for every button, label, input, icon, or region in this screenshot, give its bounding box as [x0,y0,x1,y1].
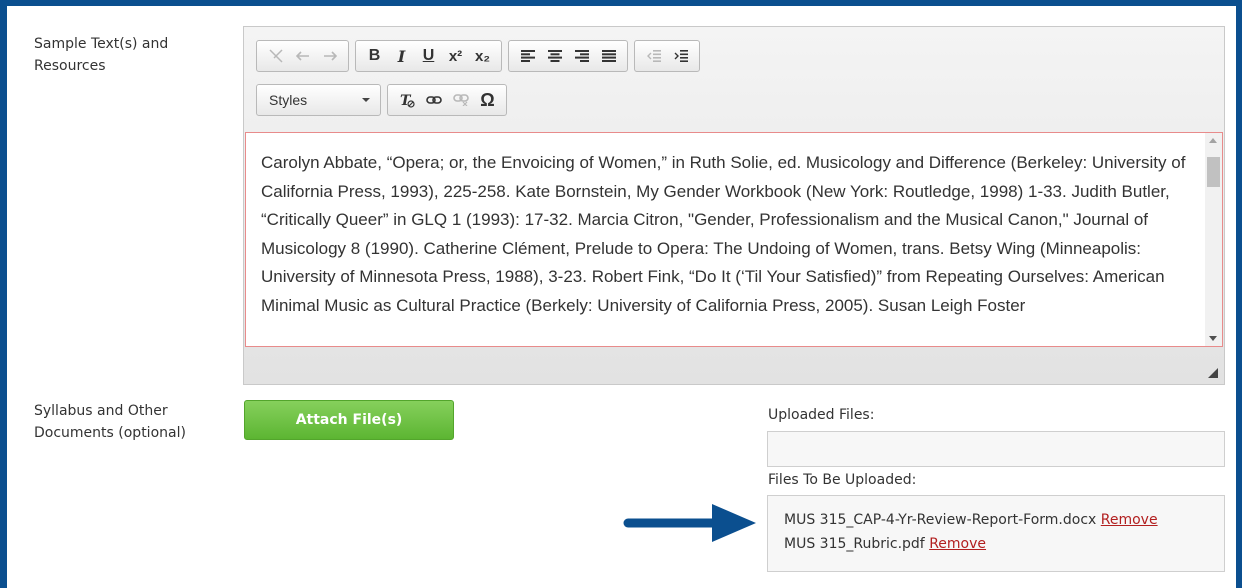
outdent-button[interactable] [640,43,667,69]
styles-dropdown[interactable]: Styles [256,84,381,116]
undo-button[interactable] [289,43,316,69]
cut-button[interactable] [262,43,289,69]
scroll-thumb[interactable] [1207,157,1220,187]
uploaded-files-label: Uploaded Files: [768,407,875,423]
scroll-up-arrow-icon[interactable] [1209,138,1217,143]
files-to-upload-box: MUS 315_CAP-4-Yr-Review-Report-Form.docx… [767,495,1225,572]
styles-dropdown-label: Styles [269,92,308,108]
justify-icon [601,50,616,62]
outdent-icon [646,50,661,62]
undo-icon [295,51,309,61]
scroll-down-arrow-icon[interactable] [1209,336,1217,341]
indent-icon [674,50,688,62]
editor-content-text: Carolyn Abbate, “Opera; or, the Envoicin… [261,153,1186,315]
file-name: MUS 315_Rubric.pdf [784,536,925,552]
remove-format-icon: T [400,93,415,108]
toolbar-row-2: Styles T Ω [256,84,507,116]
align-center-button[interactable] [541,43,568,69]
align-right-button[interactable] [568,43,595,69]
redo-icon [323,51,337,61]
attach-files-button[interactable]: Attach File(s) [244,400,454,440]
italic-button[interactable]: I [388,43,415,69]
format-group: B I U x² x₂ [355,40,502,72]
align-left-button[interactable] [514,43,541,69]
link-button[interactable] [420,87,447,113]
files-to-upload-label: Files To Be Uploaded: [768,472,917,488]
align-right-icon [574,50,589,62]
unlink-icon [452,94,469,106]
clipboard-group [256,40,349,72]
file-name: MUS 315_CAP-4-Yr-Review-Report-Form.docx [784,512,1097,528]
chevron-down-icon [362,98,370,102]
align-center-icon [547,50,562,62]
justify-button[interactable] [595,43,622,69]
subscript-button[interactable]: x₂ [469,43,496,69]
list-item: MUS 315_Rubric.pdf Remove [784,532,1224,556]
remove-file-link[interactable]: Remove [929,536,986,552]
align-left-icon [520,50,535,62]
uploaded-files-box [767,431,1225,467]
arrow-right-icon [623,504,756,542]
sample-texts-label: Sample Text(s) and Resources [34,36,169,74]
remove-format-button[interactable]: T [393,87,420,113]
indent-group [634,40,700,72]
special-character-button[interactable]: Ω [474,87,501,113]
editor-content-area[interactable]: Carolyn Abbate, “Opera; or, the Envoicin… [245,132,1223,347]
indent-button[interactable] [667,43,694,69]
unlink-button[interactable] [447,87,474,113]
scissors-icon [268,49,283,63]
link-icon [425,96,442,104]
misc-group: T Ω [387,84,507,116]
toolbar-row-1: B I U x² x₂ [256,40,700,72]
resize-handle-icon[interactable] [1208,368,1218,378]
bold-button[interactable]: B [361,43,388,69]
superscript-button[interactable]: x² [442,43,469,69]
redo-button[interactable] [316,43,343,69]
syllabus-documents-label: Syllabus and Other Documents (optional) [34,403,186,441]
list-item: MUS 315_CAP-4-Yr-Review-Report-Form.docx… [784,508,1224,532]
align-group [508,40,628,72]
rich-text-editor: B I U x² x₂ Styles T Ω Carolyn Abbate, “… [243,26,1225,385]
underline-button[interactable]: U [415,43,442,69]
remove-file-link[interactable]: Remove [1101,512,1158,528]
editor-scrollbar[interactable] [1205,133,1222,346]
